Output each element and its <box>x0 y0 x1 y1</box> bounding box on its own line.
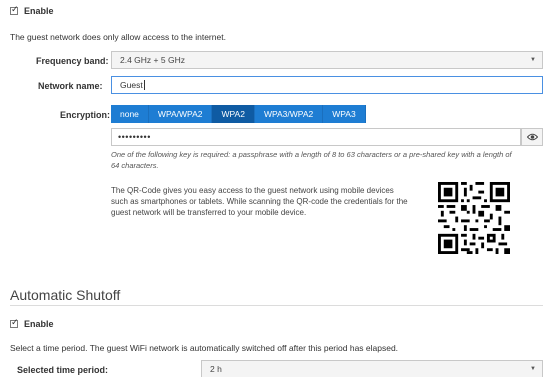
qr-description: The QR-Code gives you easy access to the… <box>111 186 408 217</box>
time-period-value: 2 h <box>210 364 222 374</box>
eye-icon <box>526 133 538 141</box>
shutoff-divider <box>10 305 543 306</box>
password-input[interactable]: ••••••••• <box>111 128 521 146</box>
guest-enable-checkbox[interactable] <box>10 4 19 15</box>
encryption-option-none[interactable]: none <box>111 105 149 123</box>
frequency-select[interactable]: 2.4 GHz + 5 GHz ▼ <box>111 51 543 69</box>
text-caret <box>143 80 145 90</box>
shutoff-title: Automatic Shutoff <box>10 287 121 303</box>
shutoff-enable-row[interactable]: Enable <box>10 317 54 329</box>
frequency-value: 2.4 GHz + 5 GHz <box>120 55 185 65</box>
shutoff-enable-checkbox[interactable] <box>10 317 19 328</box>
guest-description: The guest network does only allow access… <box>10 32 226 42</box>
shutoff-description: Select a time period. The guest WiFi net… <box>10 343 399 353</box>
encryption-option-wpa3-wpa2[interactable]: WPA3/WPA2 <box>254 105 324 123</box>
network-name-input[interactable]: Guest <box>111 76 543 94</box>
time-period-select[interactable]: 2 h ▼ <box>201 360 543 377</box>
time-period-label: Selected time period: <box>17 365 109 375</box>
password-mask: ••••••••• <box>118 132 151 142</box>
guest-enable-row[interactable]: Enable <box>10 4 54 16</box>
key-hint: One of the following key is required: a … <box>111 150 512 170</box>
chevron-down-icon: ▼ <box>530 366 536 372</box>
network-name-label: Network name: <box>38 81 103 91</box>
encryption-label: Encryption: <box>60 110 111 120</box>
chevron-down-icon: ▼ <box>530 57 536 63</box>
shutoff-enable-label: Enable <box>24 319 54 329</box>
qr-code-image <box>438 182 510 254</box>
encryption-segmented[interactable]: none WPA/WPA2 WPA2 WPA3/WPA2 WPA3 <box>111 105 366 123</box>
frequency-label: Frequency band: <box>36 56 109 66</box>
encryption-option-wpa3[interactable]: WPA3 <box>323 105 366 123</box>
encryption-option-wpa2[interactable]: WPA2 <box>212 105 255 123</box>
encryption-option-wpa-wpa2[interactable]: WPA/WPA2 <box>148 105 213 123</box>
network-name-value: Guest <box>120 80 143 90</box>
guest-enable-label: Enable <box>24 6 54 16</box>
show-password-button[interactable] <box>521 128 543 146</box>
